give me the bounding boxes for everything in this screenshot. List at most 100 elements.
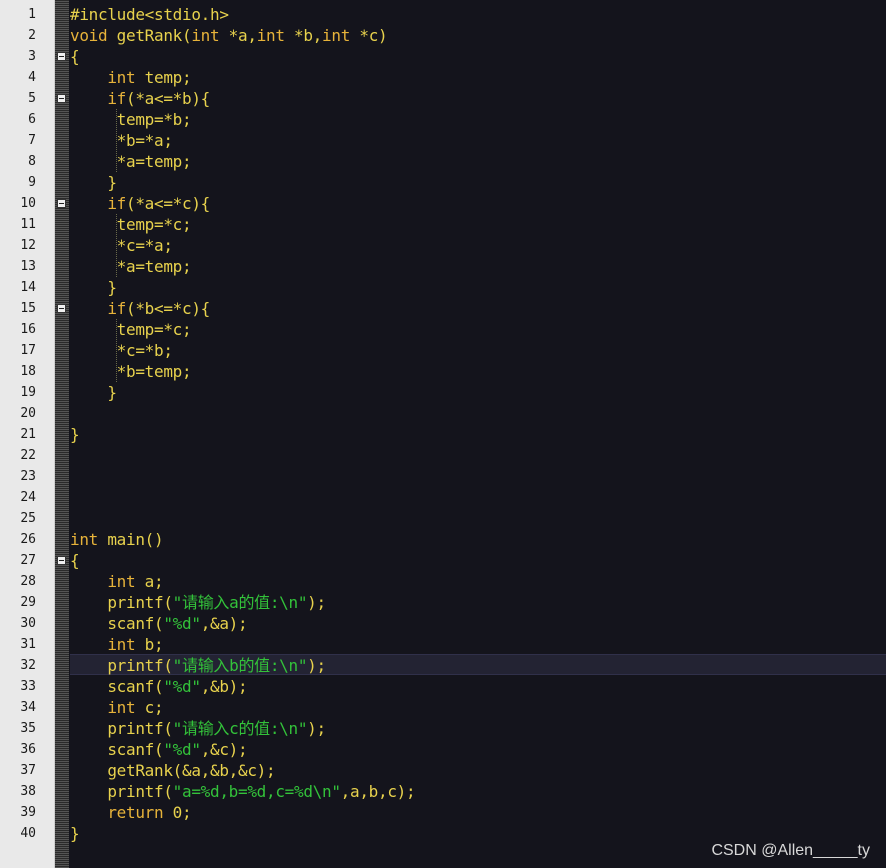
code-line[interactable]: 6 temp=*b; [0, 109, 886, 130]
code-text[interactable]: printf("请输入c的值:\n"); [70, 718, 326, 739]
line-number: 18 [20, 364, 36, 379]
code-line[interactable]: 36 scanf("%d",&c); [0, 739, 886, 760]
code-line[interactable]: 15 if(*b<=*c){ [0, 298, 886, 319]
line-number: 6 [28, 112, 36, 127]
fold-collapse-icon[interactable] [57, 304, 66, 313]
code-line[interactable]: 3{ [0, 46, 886, 67]
code-text[interactable]: int b; [70, 634, 163, 655]
code-line[interactable]: 18 *b=temp; [0, 361, 886, 382]
code-line[interactable]: 16 temp=*c; [0, 319, 886, 340]
line-number: 22 [20, 448, 36, 463]
code-line[interactable]: 31 int b; [0, 634, 886, 655]
code-line[interactable]: 19 } [0, 382, 886, 403]
code-line[interactable]: 10 if(*a<=*c){ [0, 193, 886, 214]
code-text[interactable]: *b=temp; [70, 361, 192, 382]
code-text[interactable]: int main() [70, 529, 164, 550]
code-line[interactable]: 24 [0, 487, 886, 508]
code-line[interactable]: 12 *c=*a; [0, 235, 886, 256]
code-line[interactable]: 40} [0, 823, 886, 844]
line-number: 28 [20, 574, 36, 589]
code-text[interactable]: printf("a=%d,b=%d,c=%d\n",a,b,c); [70, 781, 415, 802]
code-line[interactable]: 8 *a=temp; [0, 151, 886, 172]
line-number: 33 [20, 679, 36, 694]
code-text[interactable]: *c=*a; [70, 235, 173, 256]
code-editor[interactable]: 1 #include<stdio.h> 2 void getRank(int *a,i… [0, 0, 886, 868]
line-number: 36 [20, 742, 36, 757]
code-line[interactable]: 27 { [0, 550, 886, 571]
code-text[interactable]: if(*a<=*c){ [70, 193, 210, 214]
code-line[interactable]: 20 [0, 403, 886, 424]
code-line[interactable]: 34 int c; [0, 697, 886, 718]
fold-collapse-icon[interactable] [57, 556, 66, 565]
line-number: 27 [20, 553, 36, 568]
code-text[interactable]: int a; [70, 571, 163, 592]
code-line[interactable]: 1 #include<stdio.h> [0, 4, 886, 25]
code-line[interactable]: 35 printf("请输入c的值:\n"); [0, 718, 886, 739]
fold-collapse-icon[interactable] [57, 199, 66, 208]
code-text[interactable]: } [70, 172, 117, 193]
code-text[interactable]: getRank(&a,&b,&c); [70, 760, 275, 781]
code-text[interactable]: *a=temp; [70, 256, 192, 277]
code-text[interactable]: *a=temp; [70, 151, 192, 172]
code-line[interactable]: 2 void getRank(int *a,int *b,int *c) [0, 25, 886, 46]
code-text[interactable]: temp=*b; [70, 109, 192, 130]
code-line[interactable]: 22 [0, 445, 886, 466]
code-line[interactable]: 23 [0, 466, 886, 487]
line-number: 16 [20, 322, 36, 337]
indent-guide [116, 214, 117, 277]
code-text[interactable]: void getRank(int *a,int *b,int *c) [70, 25, 388, 46]
fold-collapse-icon[interactable] [57, 52, 66, 61]
code-line[interactable]: 9 } [0, 172, 886, 193]
line-number: 19 [20, 385, 36, 400]
code-line[interactable]: 29 printf("请输入a的值:\n"); [0, 592, 886, 613]
code-line[interactable]: 38 printf("a=%d,b=%d,c=%d\n",a,b,c); [0, 781, 886, 802]
code-text[interactable]: int c; [70, 697, 163, 718]
code-line[interactable]: 32 printf("请输入b的值:\n"); [0, 655, 886, 676]
code-text[interactable]: scanf("%d",&a); [70, 613, 247, 634]
code-text[interactable]: int temp; [70, 67, 191, 88]
line-number: 8 [28, 154, 36, 169]
fold-collapse-icon[interactable] [57, 94, 66, 103]
line-number: 34 [20, 700, 36, 715]
code-line[interactable]: 39 return 0; [0, 802, 886, 823]
code-text[interactable]: } [70, 382, 117, 403]
code-line[interactable]: 25 [0, 508, 886, 529]
line-number: 38 [20, 784, 36, 799]
code-text[interactable]: } [70, 424, 80, 445]
line-number: 39 [20, 805, 36, 820]
code-text[interactable]: printf("请输入a的值:\n"); [70, 592, 326, 613]
code-text[interactable]: if(*a<=*b){ [70, 88, 210, 109]
code-text[interactable]: scanf("%d",&b); [70, 676, 247, 697]
line-number: 24 [20, 490, 36, 505]
code-line[interactable]: 5 if(*a<=*b){ [0, 88, 886, 109]
code-line[interactable]: 14 } [0, 277, 886, 298]
code-text[interactable]: scanf("%d",&c); [70, 739, 247, 760]
code-text[interactable]: #include<stdio.h> [70, 4, 229, 25]
code-text[interactable]: temp=*c; [70, 214, 192, 235]
code-line[interactable]: 30 scanf("%d",&a); [0, 613, 886, 634]
code-text[interactable]: if(*b<=*c){ [70, 298, 210, 319]
code-line[interactable]: 13 *a=temp; [0, 256, 886, 277]
code-text[interactable]: *b=*a; [70, 130, 173, 151]
line-number: 2 [28, 28, 36, 43]
code-text[interactable]: return 0; [70, 802, 191, 823]
code-line[interactable]: 21} [0, 424, 886, 445]
line-number: 4 [28, 70, 36, 85]
code-line[interactable]: 11 temp=*c; [0, 214, 886, 235]
code-text[interactable]: { [70, 550, 80, 571]
code-text[interactable]: *c=*b; [70, 340, 173, 361]
code-line[interactable]: 7 *b=*a; [0, 130, 886, 151]
code-text[interactable]: { [70, 46, 80, 67]
code-line[interactable]: 37 getRank(&a,&b,&c); [0, 760, 886, 781]
indent-guide [116, 109, 117, 172]
line-number: 30 [20, 616, 36, 631]
code-line[interactable]: 17 *c=*b; [0, 340, 886, 361]
code-text[interactable]: } [70, 277, 117, 298]
code-text[interactable]: temp=*c; [70, 319, 192, 340]
code-text[interactable]: printf("请输入b的值:\n"); [70, 655, 326, 676]
code-line[interactable]: 33 scanf("%d",&b); [0, 676, 886, 697]
code-line[interactable]: 28 int a; [0, 571, 886, 592]
code-line[interactable]: 26 int main() [0, 529, 886, 550]
code-text[interactable]: } [70, 823, 80, 844]
code-line[interactable]: 4 int temp; [0, 67, 886, 88]
